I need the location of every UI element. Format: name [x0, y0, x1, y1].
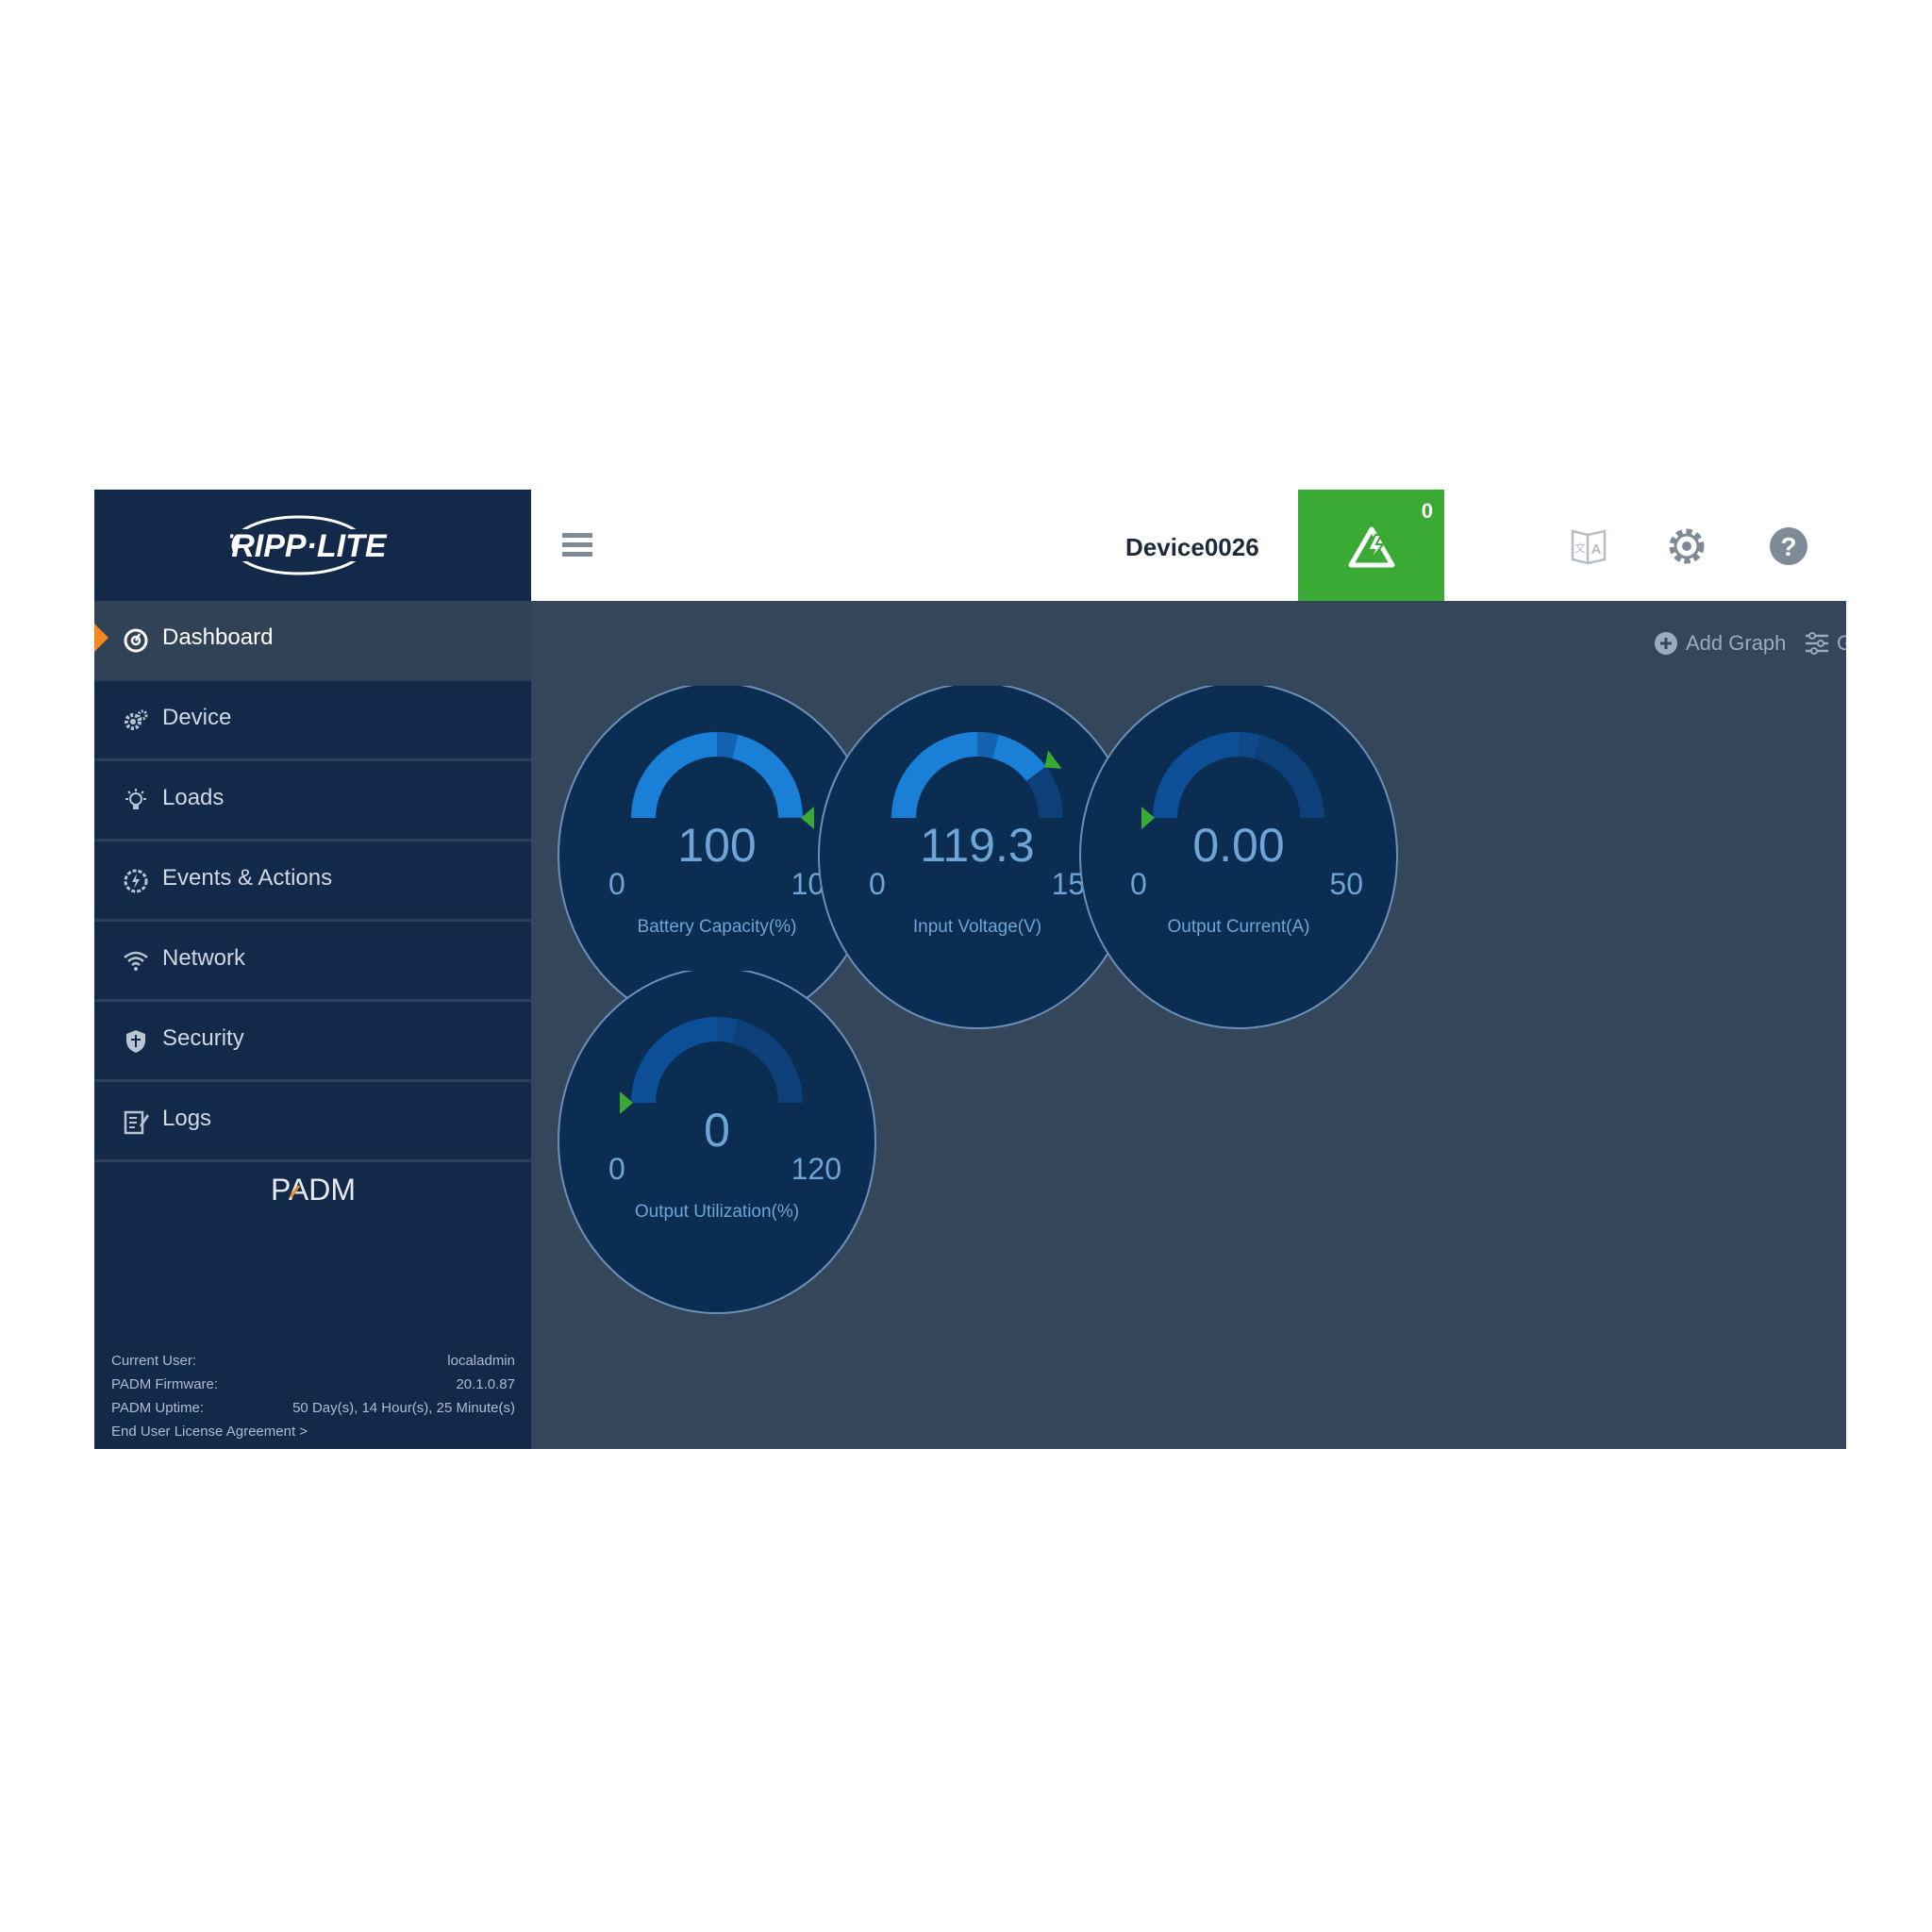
- add-circle-icon: [1655, 632, 1677, 655]
- shield-icon: [126, 1030, 145, 1053]
- gauge-min-label: 0: [608, 867, 625, 901]
- dashboard-main: Add Graph Gauges 1000100Battery Capacity…: [531, 601, 1846, 1449]
- sidebar-item-logs[interactable]: Logs: [94, 1082, 531, 1162]
- app-window: TRIPP·LITE Dashboard Device: [94, 490, 1846, 1449]
- device-name: Device0026: [1125, 533, 1259, 561]
- sidebar-item-label: Events & Actions: [162, 865, 333, 891]
- top-header: Device0026 0 A 文 ?: [531, 490, 1846, 601]
- sidebar-footer: Current User: localadmin PADM Firmware: …: [111, 1353, 515, 1440]
- gauge-output-utilization: 0 0 120 Output Utilization(%): [557, 971, 877, 1320]
- alarm-icon: [1348, 526, 1395, 568]
- gauge-output-current-a: 0.00 0 50 Output Current(A): [1078, 686, 1399, 1035]
- gauges-label: Gauges: [1837, 631, 1846, 655]
- dashboard-icon: [124, 628, 148, 653]
- gauge-min-label: 0: [869, 867, 886, 901]
- language-icon[interactable]: A 文: [1569, 525, 1610, 567]
- events-icon: [124, 869, 148, 893]
- sidebar: TRIPP·LITE Dashboard Device: [94, 490, 531, 1449]
- wifi-icon: [124, 951, 148, 971]
- settings-icon[interactable]: [1666, 525, 1707, 567]
- sidebar-item-label: Security: [162, 1025, 244, 1051]
- svg-text:?: ?: [1780, 532, 1796, 561]
- svg-text:文: 文: [1574, 541, 1586, 555]
- eula-link[interactable]: End User License Agreement >: [111, 1424, 308, 1440]
- sidebar-item-label: Loads: [162, 785, 225, 810]
- sidebar-item-label: Logs: [162, 1106, 212, 1131]
- tripp-lite-logo: TRIPP·LITE: [230, 515, 388, 575]
- uptime-label: PADM Uptime:: [111, 1400, 205, 1416]
- gauge-min-label: 0: [608, 1152, 625, 1186]
- current-user-row: Current User: localadmin: [111, 1353, 515, 1376]
- gauge-title: Output Current(A): [1167, 917, 1310, 937]
- brand-logo-area: TRIPP·LITE: [94, 490, 531, 601]
- firmware-value: 20.1.0.87: [456, 1376, 515, 1392]
- gauge-min-label: 0: [1130, 867, 1147, 901]
- padm-logo-graphic: PADM: [270, 1173, 355, 1207]
- sidebar-item-device[interactable]: Device: [94, 681, 531, 761]
- menu-icon[interactable]: [562, 531, 594, 559]
- sidebar-item-label: Dashboard: [162, 625, 274, 650]
- logs-icon: [124, 1110, 149, 1135]
- svg-text:PADM: PADM: [270, 1173, 355, 1207]
- gauge-max-label: 50: [1329, 867, 1363, 901]
- svg-text:A: A: [1591, 541, 1602, 558]
- sidebar-item-label: Device: [162, 705, 232, 730]
- gauge-value: 0: [704, 1104, 730, 1157]
- sidebar-item-network[interactable]: Network: [94, 922, 531, 1002]
- firmware-row: PADM Firmware: 20.1.0.87: [111, 1376, 515, 1400]
- alarm-count-badge: 0: [1421, 499, 1433, 523]
- current-user-label: Current User:: [111, 1353, 197, 1369]
- sidebar-item-label: Network: [162, 945, 246, 971]
- current-user-value: localadmin: [447, 1353, 515, 1369]
- add-graph-button[interactable]: Add Graph: [1654, 629, 1786, 658]
- uptime-value: 50 Day(s), 14 Hour(s), 25 Minute(s): [292, 1400, 515, 1416]
- gears-icon: [125, 709, 148, 730]
- help-icon[interactable]: ?: [1768, 525, 1809, 567]
- gauges-button[interactable]: Gauges: [1805, 629, 1846, 658]
- gauge-title: Output Utilization(%): [634, 1202, 800, 1222]
- uptime-row: PADM Uptime: 50 Day(s), 14 Hour(s), 25 M…: [111, 1400, 515, 1424]
- sliders-icon: [1806, 632, 1828, 655]
- sidebar-item-loads[interactable]: Loads: [94, 761, 531, 841]
- gauge-value: 0.00: [1192, 819, 1285, 872]
- sidebar-item-security[interactable]: Security: [94, 1002, 531, 1082]
- bulb-icon: [125, 789, 146, 809]
- firmware-label: PADM Firmware:: [111, 1376, 219, 1392]
- padm-logo: PADM: [94, 1169, 531, 1215]
- sidebar-nav: Dashboard Device Loads Events & Actions …: [94, 601, 531, 1162]
- add-graph-label: Add Graph: [1686, 631, 1787, 655]
- sidebar-item-events-actions[interactable]: Events & Actions: [94, 841, 531, 922]
- svg-text:TRIPP·LITE: TRIPP·LITE: [230, 528, 388, 564]
- gauge-max-label: 120: [791, 1152, 841, 1186]
- sidebar-item-dashboard[interactable]: Dashboard: [94, 601, 531, 681]
- alarm-button[interactable]: 0: [1298, 490, 1444, 601]
- active-indicator: [94, 624, 108, 652]
